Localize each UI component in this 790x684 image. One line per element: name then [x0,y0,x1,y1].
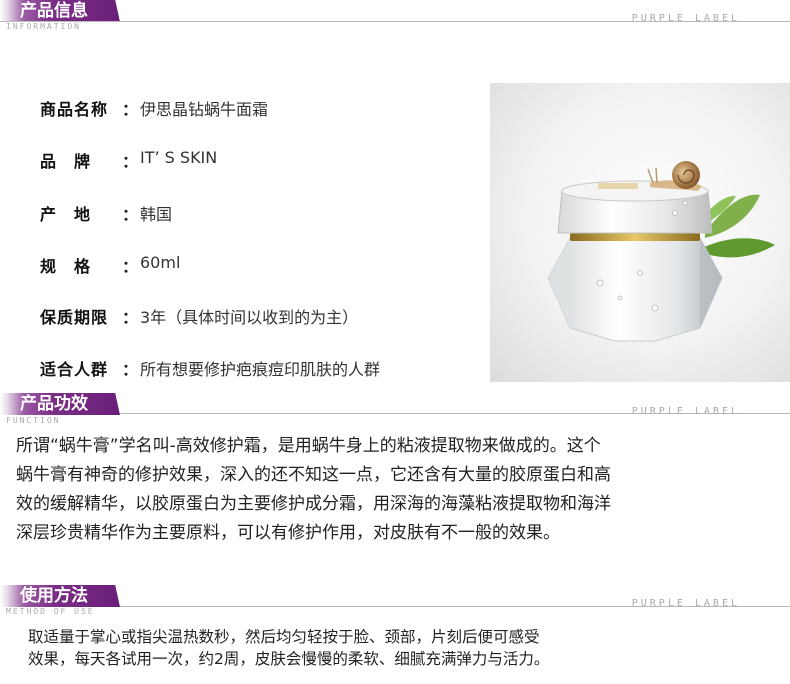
usage-description: 取适量于掌心或指尖温热数秒，然后均匀轻按于脸、颈部，片刻后便可感受 效果，每天各… [28,626,628,670]
info-label: 保质期限 [40,308,109,327]
info-colon: ： [122,308,139,327]
product-image [490,83,790,382]
section-tab-function: 产品功效 [0,393,120,415]
info-label: 适合人群 [40,360,109,379]
section-title-info: 产品信息 [20,1,88,21]
section-subtitle-function: FUNCTION [6,416,61,425]
section-subtitle-usage: METHOD OF USE [6,607,95,616]
info-colon: ： [122,100,139,119]
info-value: IT’ S SKIN [140,148,218,167]
section-title-function: 产品功效 [20,394,88,414]
info-label: 品 牌 [40,152,92,171]
brand-mark-info: PURPLE LABEL [631,13,740,24]
function-line: 蜗牛膏有神奇的修护效果，深入的还不知这一点，它还含有大量的胶原蛋白和高 [16,465,611,485]
section-divider-info [0,21,790,22]
info-value: 韩国 [140,205,173,224]
function-line: 所谓“蜗牛膏”学名叫-高效修护霜，是用蜗牛身上的粘液提取物来做成的。这个 [16,436,601,456]
info-label: 规 格 [40,257,92,276]
function-line: 深层珍贵精华作为主要原料，可以有修护作用，对皮肤有不一般的效果。 [16,523,560,543]
snail-cream-jar-illustration [547,161,775,342]
info-colon: ： [122,152,139,171]
info-value: 伊思晶钻蜗牛面霜 [140,100,269,119]
info-value: 所有想要修护疤痕痘印肌肤的人群 [140,360,381,379]
usage-line: 取适量于掌心或指尖温热数秒，然后均匀轻按于脸、颈部，片刻后便可感受 [28,628,540,646]
function-line: 效的缓解精华，以胶原蛋白为主要修护成分霜，用深海的海藻粘液提取物和海洋 [16,494,611,514]
info-value: 60ml [140,253,181,272]
section-tab-usage: 使用方法 [0,585,120,607]
section-tab-info: 产品信息 [0,0,120,22]
section-title-usage: 使用方法 [20,586,88,606]
section-subtitle-info: INFORMATION [6,22,81,31]
brand-mark-function: PURPLE LABEL [631,406,740,417]
info-label: 商品名称 [40,100,109,119]
info-label: 产 地 [40,205,92,224]
info-colon: ： [122,360,139,379]
info-colon: ： [122,257,139,276]
info-value: 3年（具体时间以收到的为主） [140,308,359,327]
usage-line: 效果，每天各试用一次，约2周，皮肤会慢慢的柔软、细腻充满弹力与活力。 [28,650,550,668]
info-colon: ： [122,205,139,224]
function-description: 所谓“蜗牛膏”学名叫-高效修护霜，是用蜗牛身上的粘液提取物来做成的。这个 蜗牛膏… [16,432,706,548]
brand-mark-usage: PURPLE LABEL [631,598,740,609]
